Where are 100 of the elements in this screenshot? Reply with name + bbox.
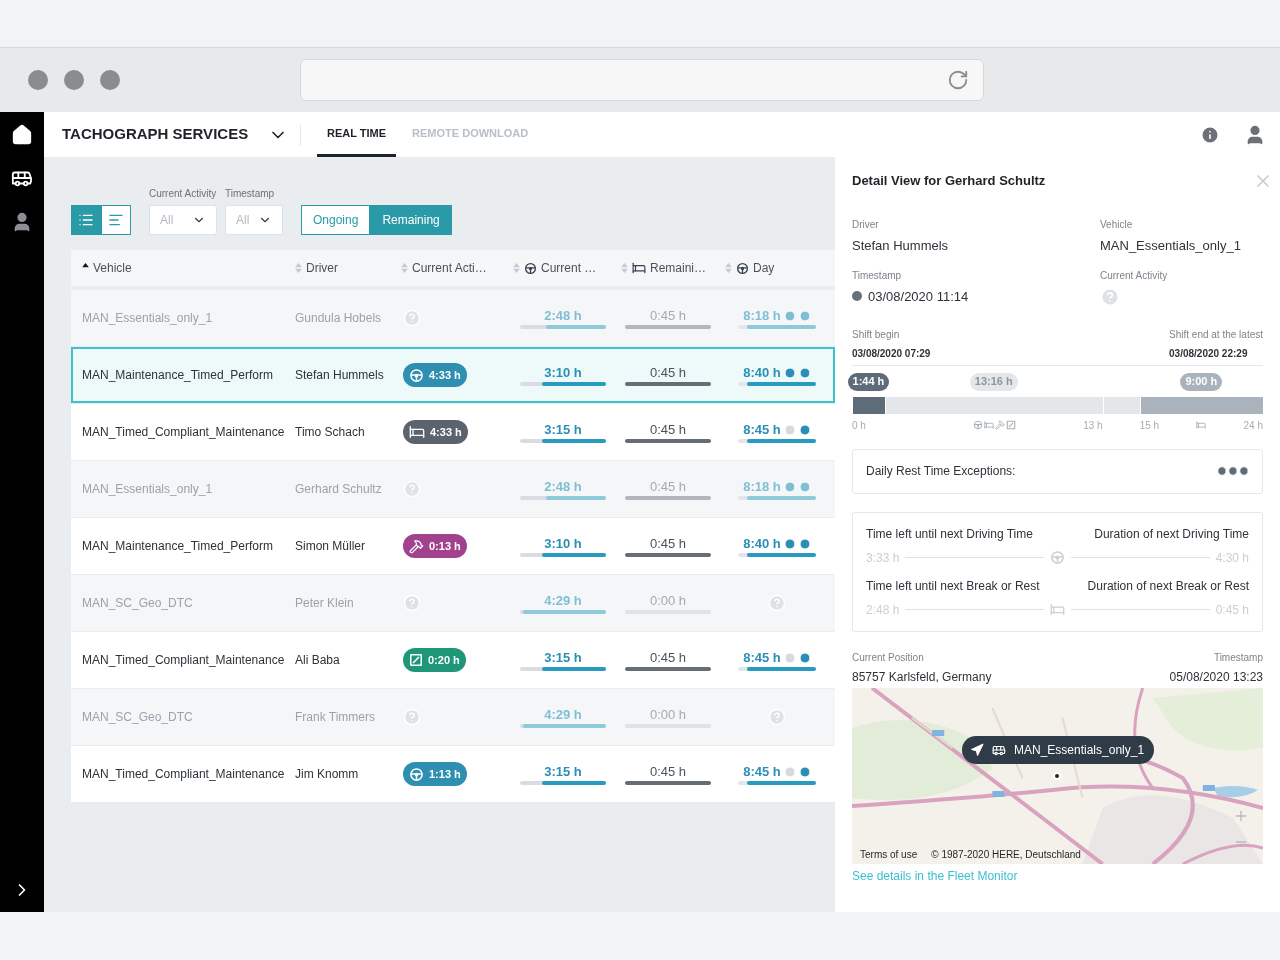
field-label: Timestamp <box>852 268 903 283</box>
column-header[interactable]: Current … <box>541 259 597 277</box>
table-cell-text: Timo Schach <box>295 424 366 440</box>
table-cell: 3:15 h <box>544 649 582 666</box>
column-header[interactable]: Current Acti… <box>412 259 487 277</box>
table-cell: 3:10 h <box>544 535 582 552</box>
field-value: 03/08/2020 22:29 <box>1169 346 1249 361</box>
table-cell: 3:15 h <box>544 763 582 780</box>
table-cell: 3:10 h <box>544 364 582 381</box>
table-cell: 8:45 h <box>743 763 781 780</box>
bed-icon <box>1196 420 1207 430</box>
table-cell-text: MAN_Timed_Compliant_Maintenance <box>81 424 286 441</box>
field-value: 05/08/2020 13:23 <box>1169 668 1263 686</box>
field-label: Current Activity <box>1100 268 1169 283</box>
field-value: Stefan Hummels <box>852 237 950 255</box>
field-value: 03/08/2020 07:29 <box>852 346 931 361</box>
column-header[interactable]: Driver <box>306 259 338 277</box>
steering-wheel-icon <box>524 261 537 275</box>
reload-icon[interactable] <box>947 69 969 91</box>
square-slash-icon <box>409 653 423 667</box>
table-cell: 8:40 h <box>743 364 781 381</box>
column-header[interactable]: Day <box>753 259 775 277</box>
table-cell-text: Simon Müller <box>295 538 367 554</box>
table-cell-text: Frank Timmers <box>295 709 376 725</box>
field-label: Timestamp <box>1213 650 1263 665</box>
table-cell-text: MAN_SC_Geo_DTC <box>81 595 194 612</box>
card-text: Duration of next Driving Time <box>1094 525 1249 543</box>
table-cell-text: Stefan Hummels <box>295 367 385 383</box>
table-row[interactable]: MAN_Timed_Compliant_Maintenance Timo Schach 4:33 h 3:15 h 0:45 h 8:45 h <box>71 404 835 460</box>
table-cell: 8:45 h <box>743 649 781 666</box>
activity-badge: 0:13 h <box>403 534 467 558</box>
table-row[interactable]: MAN_Maintenance_Timed_Perform Stefan Hummels 4:33 h 3:10 h 0:45 h 8:40 h <box>71 347 835 403</box>
question-icon <box>403 708 421 726</box>
card-text: Daily Rest Time Exceptions: <box>866 463 1016 480</box>
square-slash-icon <box>1006 420 1017 430</box>
view-toggle[interactable] <box>71 205 101 235</box>
table-cell-text: Peter Klein <box>295 595 355 611</box>
table-row[interactable]: MAN_Timed_Compliant_Maintenance Ali Baba 0:20 h 3:15 h 0:45 h 8:45 h <box>71 632 835 688</box>
bed-icon <box>409 424 425 440</box>
map-attribution: © 1987-2020 HERE, Deutschland <box>931 847 1081 862</box>
question-icon <box>768 594 786 612</box>
info-icon[interactable] <box>1200 124 1220 145</box>
steering-wheel-icon <box>1050 550 1065 565</box>
column-header[interactable]: Remaini… <box>650 259 706 277</box>
table-cell: 0:45 h <box>649 421 687 438</box>
mode-toggle[interactable]: Ongoing <box>301 205 371 235</box>
terms-link[interactable]: Terms of use <box>860 846 918 862</box>
table-row[interactable]: MAN_Timed_Compliant_Maintenance Jim Knomm 1:13 h 3:15 h 0:45 h 8:45 h <box>71 746 835 802</box>
view-toggle[interactable] <box>101 205 131 235</box>
map[interactable]: MAN_Essentials_only_1 Terms of use © 1987-2020 HERE, Deutschland <box>852 687 1263 864</box>
table-cell-text: MAN_Essentials_only_1 <box>81 481 214 498</box>
panel-title: Detail View for Gerhard Schultz <box>852 172 1046 191</box>
navigation-icon <box>970 742 984 757</box>
table-cell: 0:45 h <box>649 307 687 324</box>
field-label: Shift end at the latest <box>1169 327 1263 342</box>
duration-pill: 13:16 h <box>969 372 1018 391</box>
table-cell: 0:45 h <box>649 535 687 552</box>
marker-label: MAN_Essentials_only_1 <box>1014 741 1145 759</box>
question-icon <box>1100 286 1120 307</box>
table-cell-text: MAN_Maintenance_Timed_Perform <box>81 367 274 384</box>
axis-label: 0 h <box>852 418 866 433</box>
field-value: 03/08/2020 11:14 <box>868 287 969 306</box>
question-icon <box>403 594 421 612</box>
table-cell-text: MAN_Maintenance_Timed_Perform <box>81 538 274 555</box>
field-label: Current Position <box>852 650 925 665</box>
list-icon <box>78 212 94 228</box>
steering-wheel-icon <box>409 367 424 383</box>
duration-pill: 9:00 h <box>1180 372 1223 391</box>
axis-label: 15 h <box>1139 418 1160 433</box>
table-cell: 2:48 h <box>544 307 582 324</box>
axis-label: 13 h <box>1083 418 1103 433</box>
table-cell-text: Jim Knomm <box>295 766 360 782</box>
field-label: Vehicle <box>1100 218 1134 232</box>
column-header[interactable]: Vehicle <box>93 259 132 277</box>
table-cell-text: Gerhard Schultz <box>295 481 383 497</box>
home-icon[interactable] <box>11 124 33 146</box>
table-cell: 2:48 h <box>544 478 582 495</box>
question-icon <box>403 309 421 327</box>
card-text: Duration of next Break or Rest <box>1087 577 1249 595</box>
table-cell: 0:00 h <box>649 706 687 723</box>
activity-badge: 4:33 h <box>403 363 467 387</box>
table-cell: 4:29 h <box>544 592 582 609</box>
activity-badge: 0:20 h <box>403 648 466 672</box>
steering-wheel-icon <box>409 766 424 782</box>
table-cell: 8:18 h <box>743 307 781 324</box>
hammer-icon <box>995 420 1006 430</box>
card-text: Time left until next Driving Time <box>866 525 1033 543</box>
table-row[interactable]: MAN_Maintenance_Timed_Perform Simon Müller 0:13 h 3:10 h 0:45 h 8:40 h <box>71 518 835 574</box>
steering-wheel-icon <box>736 261 749 275</box>
bed-icon <box>1050 602 1065 617</box>
table-cell-text: MAN_Essentials_only_1 <box>81 310 214 327</box>
table-cell: 8:45 h <box>743 421 781 438</box>
field-label: Shift begin <box>852 327 901 342</box>
table-cell: 0:45 h <box>649 649 687 666</box>
bed-icon <box>632 261 646 275</box>
filter-label: Current Activity <box>149 187 217 201</box>
table-cell-text: Gundula Hobels <box>295 310 383 326</box>
vehicle-marker[interactable]: MAN_Essentials_only_1 <box>962 735 1155 764</box>
table-cell: 0:00 h <box>649 592 687 609</box>
question-icon <box>768 708 786 726</box>
